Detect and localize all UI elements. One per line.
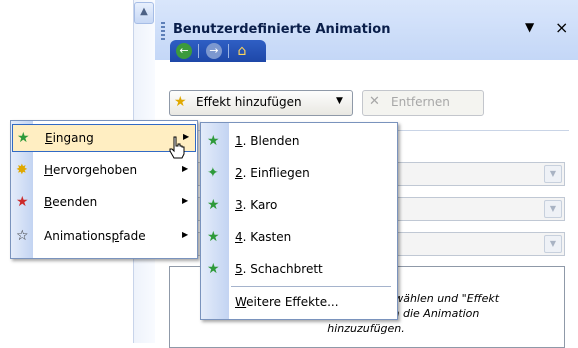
submenu-item-label: 5. Schachbrett: [235, 262, 323, 276]
submenu-item-blenden[interactable]: ★ 1. Blenden: [201, 125, 397, 157]
entrance-star-icon: ★: [17, 130, 30, 146]
emphasis-star-icon: ✸: [16, 162, 28, 178]
forward-arrow-icon[interactable]: →: [206, 43, 222, 59]
motion-path-star-icon: ☆: [16, 228, 29, 244]
diamond-effect-icon: ★: [207, 197, 220, 213]
nav-separator: [198, 44, 199, 58]
nav-separator: [228, 44, 229, 58]
fly-in-effect-icon: ✦: [207, 165, 219, 181]
submenu-item-karo[interactable]: ★ 3. Karo: [201, 189, 397, 221]
menu-item-beenden[interactable]: ★ Beenden ▶: [12, 189, 196, 217]
submenu-item-schachbrett[interactable]: ★ 5. Schachbrett: [201, 253, 397, 285]
add-effect-button[interactable]: ★ Effekt hinzufügen ▼: [169, 90, 353, 116]
menu-item-animationspfade[interactable]: ☆ Animationspfade ▶: [12, 223, 196, 251]
chevron-down-icon[interactable]: ▼: [544, 165, 562, 183]
add-effect-star-icon: ★: [174, 94, 187, 110]
chevron-down-icon[interactable]: ▼: [544, 200, 562, 218]
submenu-arrow-icon: ▶: [182, 196, 189, 205]
entrance-effects-submenu: ★ 1. Blenden ✦ 2. Einfliegen ★ 3. Karo ★…: [200, 122, 398, 320]
submenu-item-label: 1. Blenden: [235, 134, 300, 148]
remove-label: Entfernen: [391, 95, 450, 109]
submenu-item-label: 3. Karo: [235, 198, 278, 212]
menu-item-label: Beenden: [44, 195, 98, 209]
remove-button[interactable]: ✕ Entfernen: [362, 90, 484, 116]
blinds-effect-icon: ★: [207, 133, 220, 149]
submenu-item-einfliegen[interactable]: ✦ 2. Einfliegen: [201, 157, 397, 189]
menu-item-label: Eingang: [45, 131, 94, 145]
task-pane-title: Benutzerdefinierte Animation: [173, 22, 391, 37]
menu-item-hervorgehoben[interactable]: ✸ Hervorgehoben ▶: [12, 157, 196, 185]
remove-effect-icon: ✕: [369, 94, 380, 109]
task-pane-close-button[interactable]: ×: [555, 18, 568, 37]
chevron-down-icon: ▼: [336, 96, 343, 106]
home-icon[interactable]: ⌂: [234, 43, 250, 59]
submenu-item-label: 4. Kasten: [235, 230, 292, 244]
chevron-down-icon[interactable]: ▼: [544, 235, 562, 253]
add-effect-label: Effekt hinzufügen: [196, 95, 302, 109]
scroll-up-button[interactable]: ▲: [134, 2, 154, 24]
menu-separator: [231, 286, 391, 287]
task-pane-nav-bar: ← → ⌂: [170, 40, 266, 62]
checkerboard-effect-icon: ★: [207, 261, 220, 277]
menu-item-label: Animationspfade: [44, 229, 146, 243]
submenu-item-kasten[interactable]: ★ 4. Kasten: [201, 221, 397, 253]
submenu-arrow-icon: ▶: [182, 230, 189, 239]
mouse-cursor-hand-icon: [169, 136, 185, 159]
task-pane-menu-button[interactable]: ▼: [525, 20, 534, 34]
back-arrow-icon[interactable]: ←: [176, 43, 192, 59]
more-effects-item[interactable]: Weitere Effekte...: [235, 295, 339, 309]
menu-item-label: Hervorgehoben: [44, 163, 138, 177]
submenu-arrow-icon: ▶: [182, 164, 189, 173]
hint-line: hinzuzufügen.: [327, 322, 405, 335]
drag-grip-icon[interactable]: [161, 22, 165, 42]
box-effect-icon: ★: [207, 229, 220, 245]
submenu-item-label: 2. Einfliegen: [235, 166, 310, 180]
exit-star-icon: ★: [16, 194, 29, 210]
